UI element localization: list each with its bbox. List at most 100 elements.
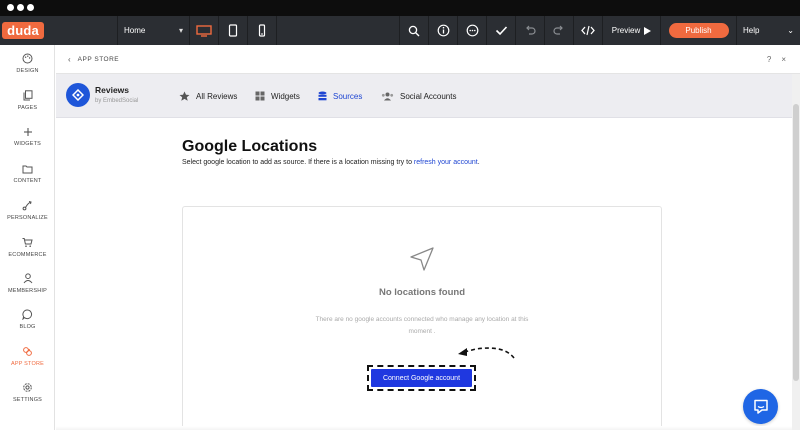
window-titlebar — [0, 0, 800, 16]
tab-sources[interactable]: Sources — [318, 90, 362, 102]
window-dot[interactable] — [27, 4, 34, 11]
chat-launcher-button[interactable] — [743, 389, 778, 424]
play-icon — [644, 26, 652, 35]
sidebar-item-label: DESIGN — [16, 68, 39, 74]
sidebar-item-label: PAGES — [17, 105, 38, 111]
users-icon — [381, 92, 394, 100]
panel-header: ‹ APP STORE ? × — [56, 45, 800, 74]
chat-icon — [753, 399, 768, 414]
toolbar-gap — [277, 16, 400, 45]
sidebar-item-blog[interactable]: BLOG — [0, 309, 55, 330]
help-label: Help — [743, 26, 760, 35]
empty-state-description: There are no google accounts connected w… — [315, 316, 529, 335]
tab-all-reviews[interactable]: All Reviews — [179, 90, 237, 102]
gear-icon — [23, 383, 32, 392]
tab-label: Social Accounts — [400, 91, 457, 101]
bottom-edge — [56, 426, 792, 430]
tab-label: Sources — [333, 91, 363, 101]
help-menu[interactable]: Help ⌄ — [737, 16, 800, 45]
sidebar-item-membership[interactable]: MEMBERSHIP — [0, 273, 55, 294]
subtitle-text: Select google location to add as source.… — [182, 159, 414, 166]
toolbar-spacer — [46, 16, 118, 45]
sidebar-item-label: CONTENT — [13, 178, 42, 184]
chevron-down-icon: ▾ — [178, 26, 183, 35]
publish-wrap: Publish — [661, 16, 737, 45]
tablet-icon — [228, 24, 238, 37]
sidebar-item-design[interactable]: DESIGN — [0, 53, 55, 74]
connect-label: Connect Google account — [382, 374, 461, 382]
app-store-icon — [23, 347, 32, 356]
app-name: Reviews — [95, 85, 130, 95]
app-header: Reviews by EmbedSocial All Reviews Widge… — [56, 74, 792, 118]
subtitle-end: . — [477, 159, 480, 166]
personalize-icon — [22, 201, 32, 211]
tab-label: Widgets — [271, 91, 300, 101]
preview-label: Preview — [611, 26, 641, 35]
chevron-down-icon: ⌄ — [787, 26, 794, 35]
sidebar-item-pages[interactable]: PAGES — [0, 90, 55, 111]
window-dot[interactable] — [17, 4, 24, 11]
sidebar-item-label: PERSONALIZE — [7, 215, 48, 221]
duda-logo[interactable]: duda — [0, 16, 46, 45]
tab-widgets[interactable]: Widgets — [255, 90, 300, 102]
editor-toolbar: duda Home ▾ Preview Publish Help ⌄ — [0, 16, 800, 45]
redo-button[interactable] — [545, 16, 574, 45]
left-sidebar: DESIGN PAGES WIDGETS CONTENT PERSONALIZE… — [0, 45, 55, 430]
sidebar-item-label: MEMBERSHIP — [8, 288, 47, 294]
sidebar-item-settings[interactable]: SETTINGS — [0, 382, 55, 403]
check-icon — [495, 26, 507, 36]
preview-button[interactable]: Preview — [603, 16, 661, 45]
chat-bubble-icon — [22, 309, 33, 320]
app-vendor: by EmbedSocial — [95, 98, 139, 104]
mobile-view-button[interactable] — [248, 16, 277, 45]
connect-button-highlight: Connect Google account — [367, 365, 476, 391]
sidebar-item-label: BLOG — [19, 324, 36, 330]
page-select[interactable]: Home ▾ — [118, 16, 190, 45]
cart-icon — [22, 238, 33, 247]
database-icon — [318, 91, 327, 101]
panel-title: APP STORE — [77, 55, 120, 63]
connect-google-account-button[interactable]: Connect Google account — [371, 369, 472, 387]
sidebar-item-label: ECOMMERCE — [8, 252, 47, 258]
tablet-view-button[interactable] — [219, 16, 248, 45]
code-icon — [581, 25, 595, 36]
back-chevron-icon[interactable]: ‹ — [68, 55, 71, 64]
user-icon — [23, 273, 32, 284]
search-button[interactable] — [400, 16, 429, 45]
tab-label: All Reviews — [196, 91, 238, 101]
page-subtitle: Select google location to add as source.… — [182, 159, 480, 166]
empty-state-title: No locations found — [378, 287, 466, 298]
pages-icon — [23, 90, 32, 101]
help-icon[interactable]: ? — [767, 55, 771, 64]
undo-button[interactable] — [516, 16, 545, 45]
dashed-arrow-icon — [458, 347, 515, 359]
code-button[interactable] — [574, 16, 603, 45]
scrollbar-thumb[interactable] — [793, 104, 799, 381]
undo-icon — [526, 25, 536, 35]
logo-text: duda — [2, 22, 44, 39]
navigation-arrow-icon — [410, 247, 434, 271]
sidebar-item-label: WIDGETS — [13, 141, 42, 147]
sidebar-item-content[interactable]: CONTENT — [0, 164, 55, 184]
checkmark-button[interactable] — [487, 16, 516, 45]
sidebar-item-app-store[interactable]: APP STORE — [0, 346, 55, 367]
sidebar-item-personalize[interactable]: PERSONALIZE — [0, 200, 55, 221]
desktop-icon — [196, 24, 212, 37]
sidebar-item-widgets[interactable]: WIDGETS — [0, 127, 55, 147]
folder-icon — [22, 165, 33, 174]
close-icon[interactable]: × — [781, 55, 786, 64]
publish-button[interactable]: Publish — [668, 23, 729, 38]
sidebar-item-label: APP STORE — [10, 361, 45, 367]
sidebar-item-ecommerce[interactable]: ECOMMERCE — [0, 237, 55, 258]
refresh-account-link[interactable]: refresh your account — [414, 159, 478, 166]
mobile-icon — [258, 24, 266, 37]
info-button[interactable] — [429, 16, 458, 45]
tab-social-accounts[interactable]: Social Accounts — [381, 90, 456, 102]
panel-header-actions: ? × — [767, 55, 786, 64]
info-icon — [437, 24, 449, 37]
window-dot[interactable] — [7, 4, 14, 11]
plus-icon — [23, 128, 32, 136]
desktop-view-button[interactable] — [190, 16, 219, 45]
comments-button[interactable] — [458, 16, 487, 45]
search-icon — [408, 25, 420, 36]
